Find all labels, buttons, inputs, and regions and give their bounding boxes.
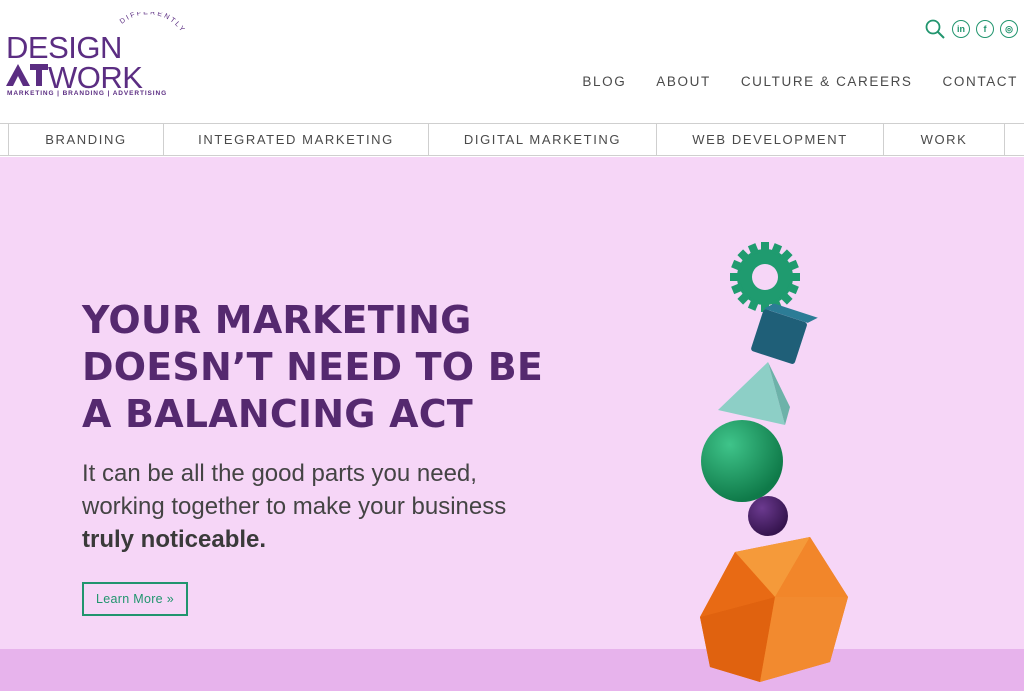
social-bar: in f ◎: [924, 18, 1018, 40]
purple-sphere-shape: [748, 496, 788, 536]
nav-culture-careers[interactable]: CULTURE & CAREERS: [741, 74, 913, 89]
search-icon[interactable]: [924, 18, 946, 40]
gear-shape: [730, 242, 800, 312]
site-header: DIFFERENTLY DESIGN WORK MARKETING | BRAN…: [0, 0, 1024, 123]
services-nav: BRANDING INTEGRATED MARKETING DIGITAL MA…: [0, 123, 1024, 156]
nav-contact[interactable]: CONTACT: [943, 74, 1018, 89]
logo-tagline: MARKETING | BRANDING | ADVERTISING: [7, 90, 168, 97]
hero: YOUR MARKETING DOESN’T NEED TO BE A BALA…: [0, 157, 1024, 691]
service-web-development[interactable]: WEB DEVELOPMENT: [657, 124, 884, 155]
headline-line: YOUR MARKETING: [82, 298, 472, 342]
svg-text:DIFFERENTLY: DIFFERENTLY: [119, 12, 187, 35]
service-work[interactable]: WORK: [884, 124, 1005, 155]
headline-line: DOESN’T NEED TO BE: [82, 345, 544, 389]
icosahedron-shape: [700, 537, 848, 682]
linkedin-icon[interactable]: in: [952, 20, 970, 38]
balancing-shapes-illustration: [700, 242, 848, 682]
subtext-line: working together to make your business: [82, 493, 507, 520]
service-integrated-marketing[interactable]: INTEGRATED MARKETING: [164, 124, 429, 155]
hero-headline: YOUR MARKETING DOESN’T NEED TO BE A BALA…: [82, 297, 642, 438]
top-nav: BLOG ABOUT CULTURE & CAREERS CONTACT: [582, 74, 1018, 89]
service-digital-marketing[interactable]: DIGITAL MARKETING: [429, 124, 657, 155]
headline-line: A BALANCING ACT: [82, 392, 473, 436]
learn-more-button[interactable]: Learn More »: [82, 582, 188, 616]
logo-arc-label: DIFFERENTLY: [119, 12, 185, 35]
logo-line2: WORK: [6, 60, 143, 93]
green-sphere-shape: [701, 420, 783, 502]
cube-shape: [751, 303, 818, 364]
subtext-line: It can be all the good parts you need,: [82, 460, 477, 487]
instagram-icon[interactable]: ◎: [1000, 20, 1018, 38]
hero-floor: [0, 649, 1024, 691]
facebook-icon[interactable]: f: [976, 20, 994, 38]
logo-at-mark: [6, 60, 48, 88]
pyramid-shape: [718, 362, 790, 425]
logo[interactable]: DIFFERENTLY DESIGN WORK MARKETING | BRAN…: [6, 12, 196, 102]
logo-line1: DESIGN: [6, 30, 122, 65]
service-branding[interactable]: BRANDING: [8, 124, 164, 155]
nav-blog[interactable]: BLOG: [582, 74, 626, 89]
subtext-emphasis: truly noticeable.: [82, 526, 267, 553]
hero-subtext: It can be all the good parts you need, w…: [82, 457, 602, 556]
nav-about[interactable]: ABOUT: [656, 74, 711, 89]
